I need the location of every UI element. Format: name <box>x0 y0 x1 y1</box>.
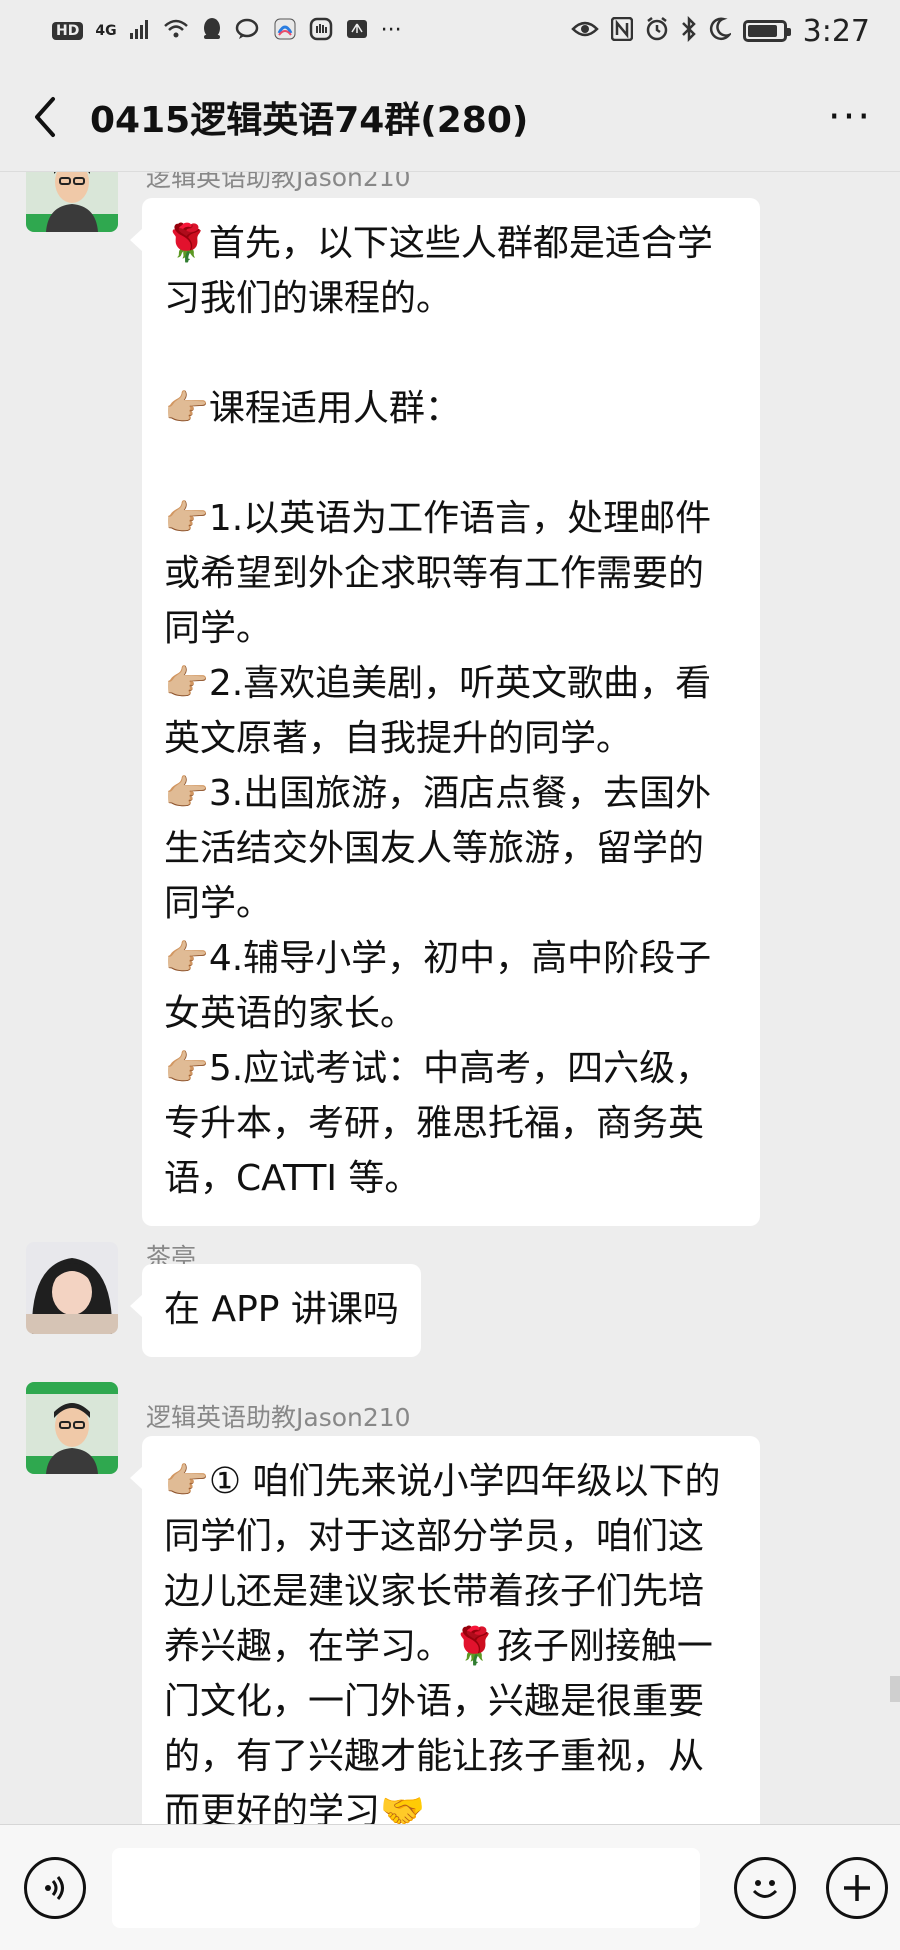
moon-icon <box>709 17 733 46</box>
message-line: 门文化，一门外语，兴趣是很重要 <box>164 1681 705 1722</box>
message-line: 习我们的课程的。 <box>164 278 453 319</box>
app-icon <box>273 17 297 46</box>
wifi-icon <box>163 18 189 45</box>
message-bubble[interactable]: 在 APP 讲课吗 <box>130 1264 421 1357</box>
message-line: 边儿还是建议家长带着孩子们先培 <box>164 1571 705 1612</box>
message-line: 👉🏼5.应试考试：中高考，四六级， <box>164 1048 712 1089</box>
message-line: 语，CATTI 等。 <box>164 1158 421 1199</box>
avatar[interactable] <box>26 1382 118 1474</box>
message-line: 在 APP 讲课吗 <box>164 1289 399 1330</box>
network-label: 4G <box>95 23 117 39</box>
sender-name: 逻辑英语助教Jason210 <box>146 172 411 192</box>
message-line: 专升本，考研，雅思托福，商务英 <box>164 1103 705 1144</box>
voice-icon <box>45 1875 64 1900</box>
status-bar: HD 4G ··· 3:27 <box>0 0 900 62</box>
message-line: 👉🏼① 咱们先来说小学四年级以下的 <box>164 1461 721 1502</box>
message-line: 👉🏼3.出国旅游，酒店点餐，去国外 <box>164 773 712 814</box>
message-line: 英文原著，自我提升的同学。 <box>164 718 633 759</box>
message-line: 同学们，对于这部分学员，咱们这 <box>164 1516 705 1557</box>
message-line <box>164 436 738 491</box>
chat-bubble-icon <box>235 18 261 45</box>
chevron-left-icon <box>35 96 55 137</box>
eye-icon <box>570 19 599 44</box>
bluetooth-icon <box>681 15 697 47</box>
emoji-icon <box>752 1879 778 1898</box>
huawei-icon <box>345 18 369 45</box>
message-line: 或希望到外企求职等有工作需要的 <box>164 553 705 594</box>
back-button[interactable] <box>0 62 90 172</box>
more-dots-icon: ··· <box>380 18 402 43</box>
input-bar <box>0 1824 900 1950</box>
qq-icon <box>201 17 223 46</box>
status-right: 3:27 <box>570 13 870 49</box>
nfc-icon <box>610 16 633 46</box>
message-line: 👉🏼4.辅导小学，初中，高中阶段子 <box>164 938 712 979</box>
message-line: 👉🏼1.以英语为工作语言，处理邮件 <box>164 498 712 539</box>
sender-name: 逻辑英语助教Jason210 <box>146 1403 411 1432</box>
message-bubble[interactable]: 🌹首先，以下这些人群都是适合学 习我们的课程的。 👉🏼课程适用人群： 👉🏼1.以英… <box>130 198 760 1226</box>
message-line: 👉🏼2.喜欢追美剧，听英文歌曲，看 <box>164 663 712 704</box>
message-bubble[interactable]: 👉🏼① 咱们先来说小学四年级以下的 同学们，对于这部分学员，咱们这 边儿还是建议家长… <box>130 1436 760 1824</box>
hand-icon <box>309 17 333 46</box>
status-left: HD 4G ··· <box>52 17 402 46</box>
message-text: 🌹首先，以下这些人群都是适合学 习我们的课程的。 👉🏼课程适用人群： 👉🏼1.以英… <box>164 216 738 1206</box>
emoji-button[interactable] <box>734 1856 796 1919</box>
message-line: 而更好的学习🤝 <box>164 1791 425 1824</box>
message-list[interactable]: 逻辑英语助教Jason210 🌹首先，以下这些人群都是适合学 习我们的课程的。 👉… <box>0 172 900 1824</box>
hd-badge: HD <box>52 22 84 40</box>
message-line: 🌹首先，以下这些人群都是适合学 <box>164 223 713 264</box>
clock: 3:27 <box>802 13 870 49</box>
message-text: 👉🏼① 咱们先来说小学四年级以下的 同学们，对于这部分学员，咱们这 边儿还是建议家长… <box>164 1454 738 1824</box>
alarm-icon <box>645 16 669 46</box>
message-line <box>164 326 738 381</box>
message-line: 的，有了兴趣才能让孩子重视，从 <box>164 1736 705 1777</box>
battery-level <box>747 25 777 37</box>
scroll-indicator[interactable] <box>890 1676 900 1702</box>
plus-button[interactable] <box>826 1856 888 1919</box>
message-input[interactable] <box>112 1847 700 1928</box>
message-line: 女英语的家长。 <box>164 993 417 1034</box>
message-line: 养兴趣，在学习。🌹孩子刚接触一 <box>164 1626 713 1667</box>
chat-title: 0415逻辑英语74群(280) <box>90 99 529 141</box>
message-line: 同学。 <box>164 883 273 924</box>
voice-button[interactable] <box>24 1856 86 1919</box>
plus-icon <box>844 1874 870 1901</box>
message-text: 在 APP 讲课吗 <box>164 1282 399 1337</box>
message-line: 同学。 <box>164 608 273 649</box>
avatar[interactable] <box>26 1242 118 1334</box>
battery-icon <box>742 20 791 42</box>
more-options-button[interactable]: ··· <box>800 62 900 172</box>
signal-icon <box>129 18 151 45</box>
avatar[interactable] <box>26 172 118 232</box>
message-line: 👉🏼课程适用人群： <box>164 388 461 429</box>
message-line: 生活结交外国友人等旅游，留学的 <box>164 828 705 869</box>
chat-header: 0415逻辑英语74群(280) ··· <box>0 62 900 172</box>
